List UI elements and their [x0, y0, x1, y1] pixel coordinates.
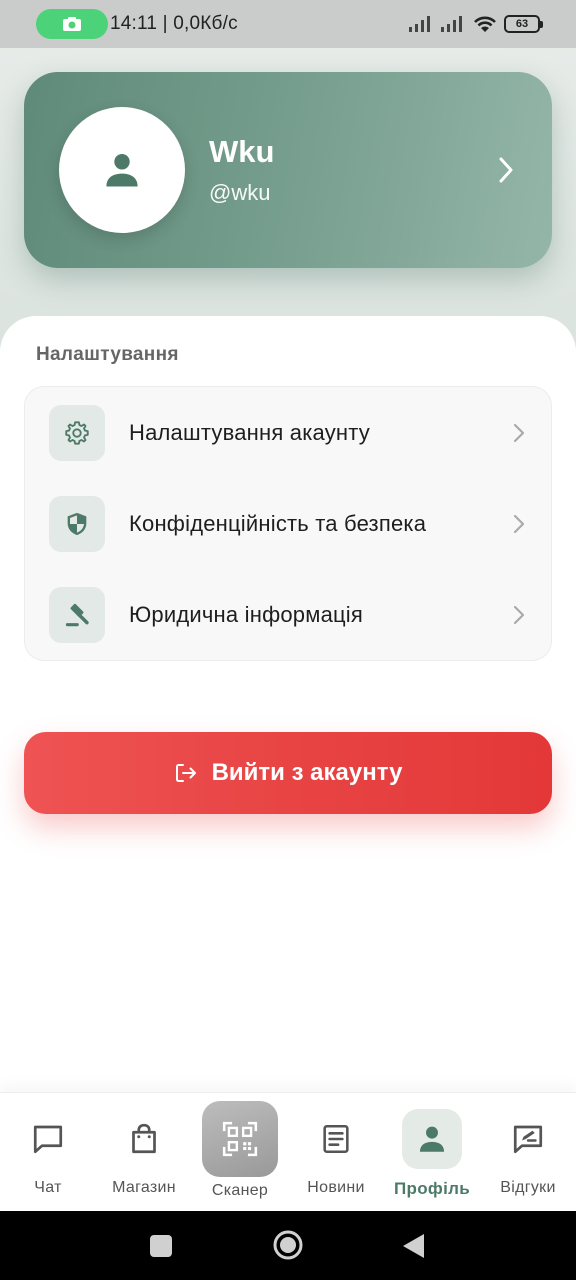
- settings-list: Налаштування акаунту Конфіденційність та…: [24, 386, 552, 661]
- wifi-icon: [474, 16, 496, 32]
- nav-label: Новини: [307, 1179, 365, 1196]
- battery-indicator: 63: [504, 15, 543, 33]
- settings-item-label: Налаштування акаунту: [129, 420, 370, 445]
- chat-icon: [33, 1125, 63, 1154]
- home-icon[interactable]: [272, 1229, 304, 1261]
- item-icon-box: [49, 496, 105, 552]
- item-icon-box: [49, 587, 105, 643]
- logout-button[interactable]: Вийти з акаунту: [24, 732, 552, 814]
- nav-label: Сканер: [211, 1182, 269, 1199]
- chevron-right-icon: [513, 605, 525, 625]
- bottom-navigation: Чат Магазин Сканер Новини Профіль Відгук…: [0, 1092, 576, 1211]
- nav-item-chat[interactable]: Чат: [0, 1093, 96, 1212]
- nav-label: Чат: [34, 1179, 62, 1196]
- section-title: Налаштування: [36, 344, 179, 365]
- status-bar: 14:11 | 0,0Кб/с 63: [0, 0, 576, 48]
- settings-item-label: Юридична інформація: [129, 602, 364, 627]
- settings-item-privacy[interactable]: Конфіденційність та безпека: [25, 479, 553, 569]
- nav-label: Відгуки: [500, 1179, 556, 1196]
- profile-handle: @wku: [209, 180, 271, 205]
- chevron-right-icon: [499, 157, 513, 183]
- gear-icon: [65, 421, 89, 445]
- profile-name: Wku: [209, 134, 275, 169]
- system-navigation-bar: [0, 1211, 576, 1280]
- nav-item-shop[interactable]: Магазин: [96, 1093, 192, 1212]
- signal-icon: [409, 16, 430, 32]
- nav-item-profile[interactable]: Профіль: [384, 1093, 480, 1212]
- settings-item-account[interactable]: Налаштування акаунту: [25, 388, 553, 478]
- person-icon: [106, 154, 138, 187]
- logout-icon: [175, 764, 196, 782]
- back-icon[interactable]: [402, 1233, 426, 1259]
- recents-icon[interactable]: [149, 1234, 173, 1258]
- scanner-button[interactable]: [202, 1101, 278, 1177]
- news-icon: [323, 1124, 349, 1154]
- shield-icon: [67, 512, 87, 536]
- signal-icon: [441, 16, 462, 32]
- nav-label: Профіль: [394, 1179, 470, 1198]
- item-icon-box: [49, 405, 105, 461]
- camera-icon: [63, 17, 81, 31]
- chevron-right-icon: [513, 514, 525, 534]
- nav-item-scanner[interactable]: Сканер: [192, 1093, 288, 1212]
- profile-card[interactable]: Wku @wku: [24, 72, 552, 268]
- settings-item-label: Конфіденційність та безпека: [129, 511, 427, 536]
- shopping-bag-icon: [132, 1123, 156, 1154]
- nav-item-feedback[interactable]: Відгуки: [480, 1093, 576, 1212]
- chevron-right-icon: [513, 423, 525, 443]
- status-time: 14:11 | 0,0Кб/с: [110, 13, 238, 34]
- qr-code-icon: [222, 1121, 258, 1157]
- feedback-icon: [513, 1125, 543, 1154]
- avatar: [59, 107, 185, 233]
- person-icon: [419, 1126, 445, 1152]
- nav-item-news[interactable]: Новини: [288, 1093, 384, 1212]
- battery-level: 63: [515, 18, 529, 30]
- screen-record-indicator[interactable]: [36, 9, 108, 39]
- logout-label: Вийти з акаунту: [211, 759, 403, 786]
- gavel-icon: [65, 603, 89, 627]
- settings-item-legal[interactable]: Юридична інформація: [25, 570, 553, 660]
- nav-label: Магазин: [112, 1179, 176, 1196]
